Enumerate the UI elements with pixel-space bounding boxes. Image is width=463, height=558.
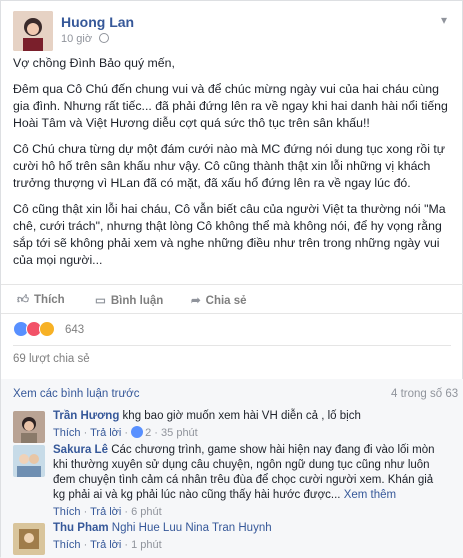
post-paragraph: Vợ chồng Đình Bảo quý mến, [13, 56, 175, 70]
view-previous-comments-link[interactable]: Xem các bình luận trước [13, 388, 139, 400]
comment-time[interactable]: 1 phút [131, 539, 162, 551]
post-card: Huong Lan 10 giờ ▾ Vợ chồng Đình Bảo quý… [0, 0, 463, 558]
comment-time[interactable]: 6 phút [131, 506, 162, 518]
comment-button[interactable]: ▭ Bình luận [95, 293, 163, 307]
comment-body: Sakura Lê Các chương trình, game show hà… [53, 443, 448, 520]
comment-label: Bình luận [110, 295, 164, 307]
commenter-avatar[interactable] [13, 411, 45, 443]
comment-footer: Thích · Trả lời · 2 · 35 phút [53, 426, 198, 439]
comment-reply-link[interactable]: Trả lời [90, 427, 121, 439]
author-name[interactable]: Huong Lan [61, 14, 134, 30]
comment-text[interactable]: Nghi Hue Luu Nina Tran Huynh [112, 522, 272, 534]
comment-body: Thu Pham Nghi Hue Luu Nina Tran Huynh Th… [53, 521, 448, 553]
see-more-link[interactable]: Xem thêm [344, 489, 396, 501]
comment-count: 4 trong số 63 [391, 388, 459, 400]
post-paragraph: Đêm qua Cô Chú đến chung vui và để chúc … [13, 82, 448, 130]
avatar-photo-icon [13, 411, 45, 443]
comment-body: Trần Hương khg bao giờ muốn xem hài VH d… [53, 409, 448, 441]
avatar-photo-icon [13, 11, 53, 51]
divider [13, 345, 451, 346]
wow-reaction-icon [39, 321, 55, 337]
commenter-name[interactable]: Sakura Lê [53, 444, 108, 456]
comment-like-count[interactable]: 2 [145, 427, 151, 439]
comment-like-link[interactable]: Thích [53, 506, 81, 518]
comment-reply-link[interactable]: Trả lời [90, 539, 121, 551]
commenter-name[interactable]: Thu Pham [53, 522, 109, 534]
like-label: Thích [34, 294, 65, 306]
share-count[interactable]: 69 lượt chia sẻ [13, 353, 90, 365]
post-time[interactable]: 10 giờ [61, 33, 92, 45]
comment-icon: ▭ [95, 295, 106, 307]
comment-like-link[interactable]: Thích [53, 539, 81, 551]
comment-footer: Thích · Trả lời · 1 phút [53, 539, 162, 551]
comment-text: khg bao giờ muốn xem hài VH diễn cả , lố… [122, 410, 361, 422]
commenter-avatar[interactable] [13, 445, 45, 477]
reaction-count: 643 [65, 324, 85, 336]
share-button[interactable]: ➦ Chia sẻ [191, 293, 247, 307]
share-label: Chia sẻ [205, 295, 247, 307]
globe-icon [99, 33, 110, 43]
avatar-photo-icon [13, 445, 45, 477]
post-meta: 10 giờ [61, 33, 110, 45]
comment-like-link[interactable]: Thích [53, 427, 81, 439]
commenter-name[interactable]: Trần Hương [53, 410, 119, 422]
action-bar: 👍︎ Thích ▭ Bình luận ➦ Chia sẻ [1, 284, 463, 314]
comment-reply-link[interactable]: Trả lời [90, 506, 121, 518]
author-avatar[interactable] [13, 11, 53, 51]
chevron-down-icon[interactable]: ▾ [441, 13, 447, 27]
post-paragraph: Cô cũng thật xin lỗi hai cháu, Cô vẫn bi… [13, 202, 446, 267]
thumbs-up-icon: 👍︎ [17, 294, 30, 306]
comment-time[interactable]: 35 phút [161, 427, 198, 439]
comments-section: Xem các bình luận trước 4 trong số 63 Tr… [1, 379, 463, 558]
commenter-avatar[interactable] [13, 523, 45, 555]
share-icon: ➦ [191, 295, 201, 307]
comment-footer: Thích · Trả lời · 6 phút [53, 506, 162, 518]
post-text: Vợ chồng Đình Bảo quý mến, Đêm qua Cô Ch… [13, 55, 453, 278]
post-paragraph: Cô Chú chưa từng dự một đám cưới nào mà … [13, 142, 446, 190]
like-badge-icon [131, 426, 144, 438]
post-header: Huong Lan 10 giờ ▾ [13, 11, 453, 51]
like-button[interactable]: 👍︎ Thích [17, 293, 65, 307]
avatar-photo-icon [13, 523, 45, 555]
